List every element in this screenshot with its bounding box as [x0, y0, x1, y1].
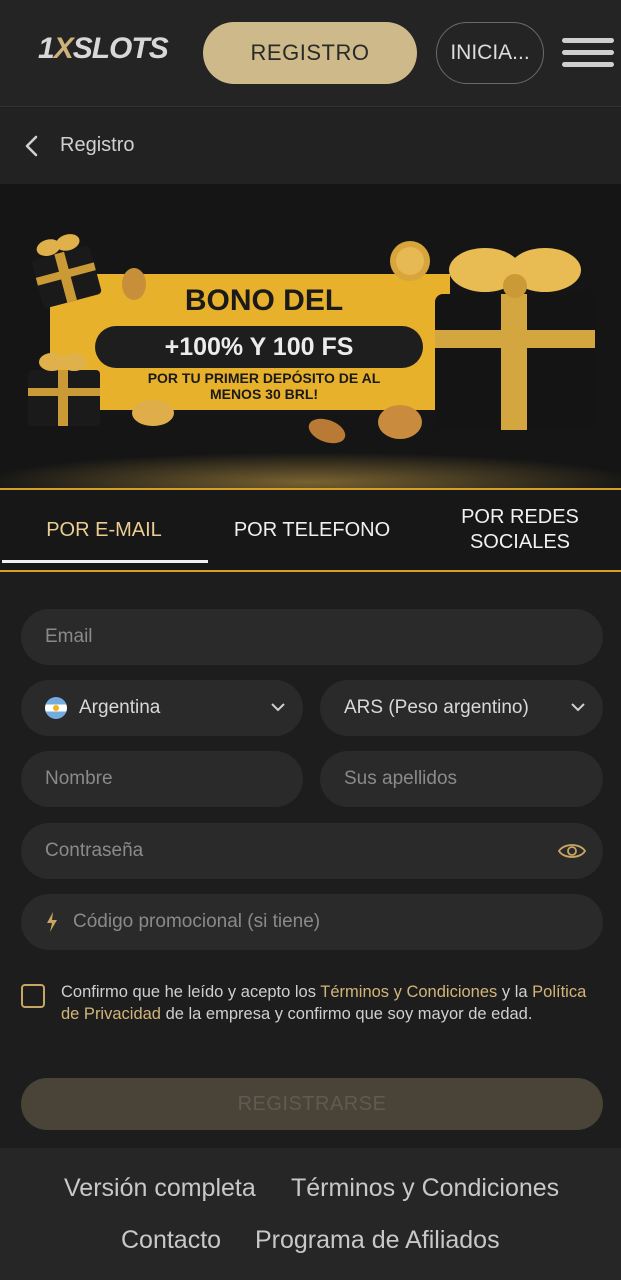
active-tab-indicator — [2, 560, 208, 563]
banner-glow — [0, 452, 621, 488]
currency-select[interactable]: ARS (Peso argentino) — [320, 680, 603, 736]
first-name-field[interactable]: Nombre — [21, 751, 303, 807]
eye-icon[interactable] — [557, 839, 587, 863]
footer-link-affiliates[interactable]: Programa de Afiliados — [255, 1226, 500, 1255]
gift-box-icon — [32, 234, 102, 308]
consent-text-part: de la empresa y confirmo que soy mayor d… — [160, 1004, 533, 1023]
tab-social[interactable]: POR REDES SOCIALES — [440, 490, 600, 570]
terms-link[interactable]: Términos y Condiciones — [320, 983, 497, 1001]
hamburger-menu-icon[interactable] — [562, 38, 614, 68]
gift-box-icon — [435, 248, 595, 430]
first-name-placeholder: Nombre — [45, 768, 113, 789]
email-placeholder: Email — [45, 626, 93, 647]
back-arrow-icon[interactable] — [22, 134, 42, 158]
page-title: Registro — [60, 134, 135, 156]
last-name-placeholder: Sus apellidos — [344, 768, 458, 789]
login-button[interactable]: INICIA... — [436, 22, 544, 84]
promo-code-field[interactable]: Código promocional (si tiene) — [21, 894, 603, 950]
promo-highlight: +100% Y 100 FS — [95, 326, 423, 368]
consent-text: Confirmo que he leído y acepto los Térmi… — [61, 982, 591, 1025]
promo-title: BONO DEL — [184, 284, 344, 317]
top-header: 1XSLOTS REGISTRO INICIA... — [0, 0, 621, 107]
gift-box-icon — [28, 353, 100, 426]
coin-icon — [390, 241, 430, 281]
promo-code-placeholder: Código promocional (si tiene) — [73, 911, 321, 932]
footer-link-terms[interactable]: Términos y Condiciones — [291, 1174, 559, 1203]
country-select[interactable]: Argentina — [21, 680, 303, 736]
terms-checkbox[interactable] — [21, 984, 45, 1008]
consent-text-part: y la — [497, 983, 533, 1001]
coin-icon — [378, 405, 422, 439]
argentina-flag-icon — [45, 697, 67, 719]
footer: Versión completa Términos y Condiciones … — [0, 1148, 621, 1280]
tab-email[interactable]: POR E-MAIL — [0, 490, 208, 570]
footer-link-contact[interactable]: Contacto — [121, 1226, 221, 1255]
logo-suffix: SLOTS — [72, 32, 169, 65]
coin-icon — [308, 418, 346, 444]
chevron-down-icon — [571, 703, 585, 712]
tab-phone[interactable]: POR TELEFONO — [208, 490, 416, 570]
logo-prefix: 1 — [38, 32, 55, 65]
lightning-icon — [47, 912, 57, 932]
consent-text-part: Confirmo que he leído y acepto los — [61, 983, 321, 1001]
register-button[interactable]: REGISTRO — [203, 22, 417, 84]
promo-banner: BONO DEL +100% Y 100 FS POR TU PRIMER DE… — [0, 184, 621, 488]
coin-icon — [122, 268, 146, 300]
coin-icon — [132, 400, 174, 426]
chevron-down-icon — [271, 703, 285, 712]
country-value: Argentina — [79, 697, 161, 718]
logo-x: X — [53, 32, 74, 65]
email-field[interactable]: Email — [21, 609, 603, 665]
password-placeholder: Contraseña — [45, 840, 144, 861]
footer-link-full-version[interactable]: Versión completa — [64, 1174, 256, 1203]
register-submit-button[interactable]: REGISTRARSE — [21, 1078, 603, 1130]
password-field[interactable]: Contraseña — [21, 823, 603, 879]
breadcrumb: Registro — [0, 108, 621, 184]
currency-value: ARS (Peso argentino) — [344, 697, 529, 718]
last-name-field[interactable]: Sus apellidos — [320, 751, 603, 807]
registration-tabs: POR E-MAIL POR TELEFONO POR REDES SOCIAL… — [0, 488, 621, 572]
logo[interactable]: 1XSLOTS — [38, 32, 169, 66]
